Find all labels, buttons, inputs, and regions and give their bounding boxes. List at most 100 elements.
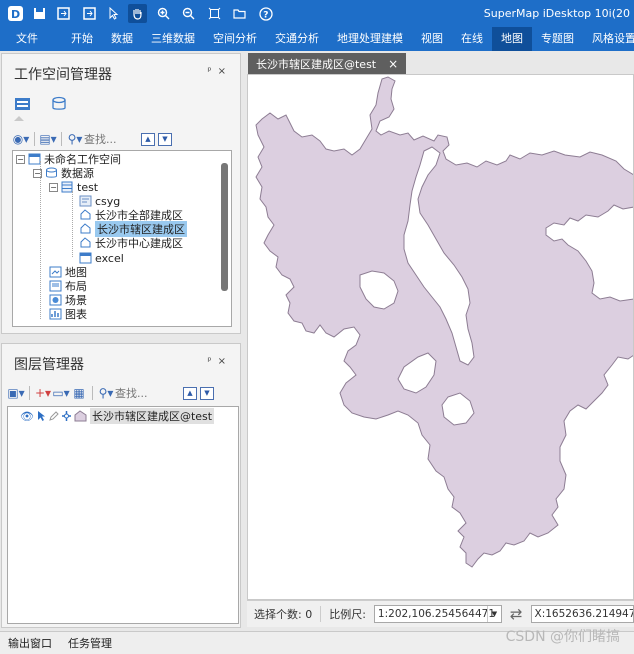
layer-list: 👁 长沙市辖区建成区@test	[7, 406, 239, 624]
search-prev-button[interactable]: ▲	[183, 386, 197, 400]
properties-icon[interactable]: ▤▾	[39, 131, 57, 147]
region-polygon[interactable]	[255, 76, 634, 568]
tree-node-datasources[interactable]: − 数据源	[33, 166, 94, 180]
workspace-tab-icon[interactable]	[14, 96, 32, 115]
coordinate-field[interactable]: X:1652636.214947,Y:	[530, 605, 634, 623]
full-extent-icon[interactable]	[205, 4, 224, 23]
workspace-manager-panel: 工作空间管理器 ᵖ× ◉▾ ▤▾ ⚲▾ ▲ ▼ − 未命名工作空间 − 数据源 …	[1, 53, 241, 334]
tab-close-icon[interactable]: ×	[388, 57, 398, 71]
pin-icon[interactable]: ᵖ	[207, 66, 217, 77]
export-icon[interactable]	[80, 4, 99, 23]
tree-node-dataset[interactable]: excel	[79, 251, 124, 265]
chart-resource-icon	[49, 308, 62, 320]
tree-label: csyg	[95, 194, 121, 208]
select-cursor-icon[interactable]	[104, 4, 123, 23]
zoom-out-icon[interactable]	[179, 4, 198, 23]
ribbon-tab[interactable]: 视图	[412, 27, 452, 51]
resource-tab-icon[interactable]	[50, 96, 68, 115]
tree-node-dataset[interactable]: csyg	[79, 194, 120, 208]
search-next-button[interactable]: ▼	[158, 132, 172, 146]
collapse-icon[interactable]: −	[16, 154, 25, 164]
output-window-tab[interactable]: 输出窗口	[0, 635, 60, 651]
editable-pencil-icon[interactable]	[48, 410, 59, 422]
scale-combobox[interactable]: 1:202,106.254564471 ▼	[373, 605, 502, 623]
collapse-icon[interactable]: −	[49, 182, 58, 192]
scale-label: 比例尺:	[329, 608, 366, 621]
selected-count-label: 选择个数: 0	[254, 608, 313, 621]
ribbon-tab[interactable]: 在线	[452, 27, 492, 51]
help-icon[interactable]: ?	[256, 4, 275, 23]
search-prev-button[interactable]: ▲	[141, 132, 155, 146]
tree-node-resources[interactable]: 图表	[49, 307, 87, 321]
layer-style-icon[interactable]: ▭▾	[52, 385, 70, 401]
workspace-search-input[interactable]	[84, 132, 138, 146]
tree-scrollbar-thumb[interactable]	[221, 163, 228, 291]
tree-label: test	[77, 180, 99, 194]
tree-node-layouts[interactable]: 布局	[49, 279, 87, 293]
pan-hand-icon[interactable]	[128, 4, 147, 23]
zoom-in-icon[interactable]	[154, 4, 173, 23]
watermark-text: CSDN @你们睹搞	[505, 629, 620, 645]
search-next-button[interactable]: ▼	[200, 386, 214, 400]
map-document-tab[interactable]: 长沙市辖区建成区@test ×	[248, 53, 407, 74]
ribbon-tab[interactable]: 地理处理建模	[328, 27, 412, 51]
layer-search-input[interactable]	[115, 386, 169, 400]
app-logo-icon[interactable]: D	[6, 4, 25, 23]
search-icon[interactable]: ⚲▾	[97, 385, 115, 401]
region-dataset-icon	[80, 209, 91, 220]
search-icon[interactable]: ⚲▾	[66, 131, 84, 147]
close-icon[interactable]: ×	[218, 66, 232, 77]
layer-toolbar: ▣▾ +▾ ▭▾ ▦ ⚲▾ ▲ ▼	[7, 385, 214, 401]
tree-node-dataset-selected[interactable]: 长沙市辖区建成区	[79, 221, 187, 237]
snap-icon[interactable]	[61, 410, 72, 422]
add-icon[interactable]: +▾	[34, 385, 52, 401]
ribbon-tab[interactable]: 三维数据	[142, 27, 204, 51]
title-bar: D ? SuperMap iDesktop 10i(20	[0, 0, 634, 27]
open-folder-icon[interactable]	[230, 4, 249, 23]
ribbon-tab-bar: 文件 开始 数据 三维数据 空间分析 交通分析 地理处理建模 视图 在线 地图 专题图 风格设置	[0, 27, 634, 51]
map-canvas[interactable]	[247, 74, 634, 600]
scale-value: 1:202,106.254564471	[377, 608, 496, 620]
ribbon-tab[interactable]: 文件	[0, 27, 62, 51]
region-dataset-icon	[80, 223, 91, 234]
ribbon-tab[interactable]: 地图	[492, 27, 532, 51]
region-layer-icon	[74, 410, 87, 422]
visible-eye-icon[interactable]: 👁	[20, 410, 34, 423]
tree-label: excel	[95, 251, 124, 265]
coordinate-value: X:1652636.214947,Y:	[534, 608, 634, 620]
ribbon-tab[interactable]: 风格设置	[583, 27, 634, 51]
ribbon-tab[interactable]: 交通分析	[266, 27, 328, 51]
workspace-toolbar: ◉▾ ▤▾ ⚲▾ ▲ ▼	[12, 131, 172, 147]
pin-icon[interactable]: ᵖ	[207, 356, 217, 367]
tabular-dataset-icon	[79, 252, 92, 264]
layer-name: 长沙市辖区建成区@test	[89, 408, 215, 424]
tree-label: 数据源	[61, 167, 94, 180]
workspace-manager-title: 工作空间管理器	[14, 67, 112, 83]
selectable-cursor-icon[interactable]	[36, 410, 46, 422]
layer-properties-icon[interactable]: ▦	[70, 385, 88, 401]
ribbon-tab[interactable]: 空间分析	[204, 27, 266, 51]
scene-icon	[49, 294, 62, 306]
tree-node-maps[interactable]: 地图	[49, 265, 87, 279]
save-icon[interactable]	[30, 4, 49, 23]
map-icon	[49, 266, 62, 278]
ribbon-tab[interactable]: 数据	[102, 27, 142, 51]
task-manager-tab[interactable]: 任务管理	[60, 635, 120, 651]
swap-icon[interactable]: ⇄	[510, 605, 523, 623]
close-icon[interactable]: ×	[218, 356, 232, 367]
tree-label: 图表	[65, 308, 87, 321]
tree-node-dataset[interactable]: 长沙市全部建成区	[79, 208, 183, 222]
tree-node-scenes[interactable]: 场景	[49, 293, 87, 307]
view-options-icon[interactable]: ◉▾	[12, 131, 30, 147]
ribbon-tab[interactable]: 开始	[62, 27, 102, 51]
layer-row[interactable]: 👁 长沙市辖区建成区@test	[20, 408, 215, 424]
tree-node-workspace[interactable]: − 未命名工作空间	[16, 152, 121, 166]
map-tab-title: 长沙市辖区建成区@test	[256, 57, 377, 71]
add-layer-icon[interactable]: ▣▾	[7, 385, 25, 401]
tree-node-dataset[interactable]: 长沙市中心建成区	[79, 236, 183, 250]
tree-node-datasource-test[interactable]: − test	[49, 180, 98, 194]
import-icon[interactable]	[54, 4, 73, 23]
chevron-down-icon[interactable]: ▼	[486, 606, 501, 622]
layer-manager-panel: 图层管理器 ᵖ× ▣▾ +▾ ▭▾ ▦ ⚲▾ ▲ ▼ 👁 长沙市辖区建成区@te…	[1, 343, 241, 628]
ribbon-tab[interactable]: 专题图	[532, 27, 583, 51]
